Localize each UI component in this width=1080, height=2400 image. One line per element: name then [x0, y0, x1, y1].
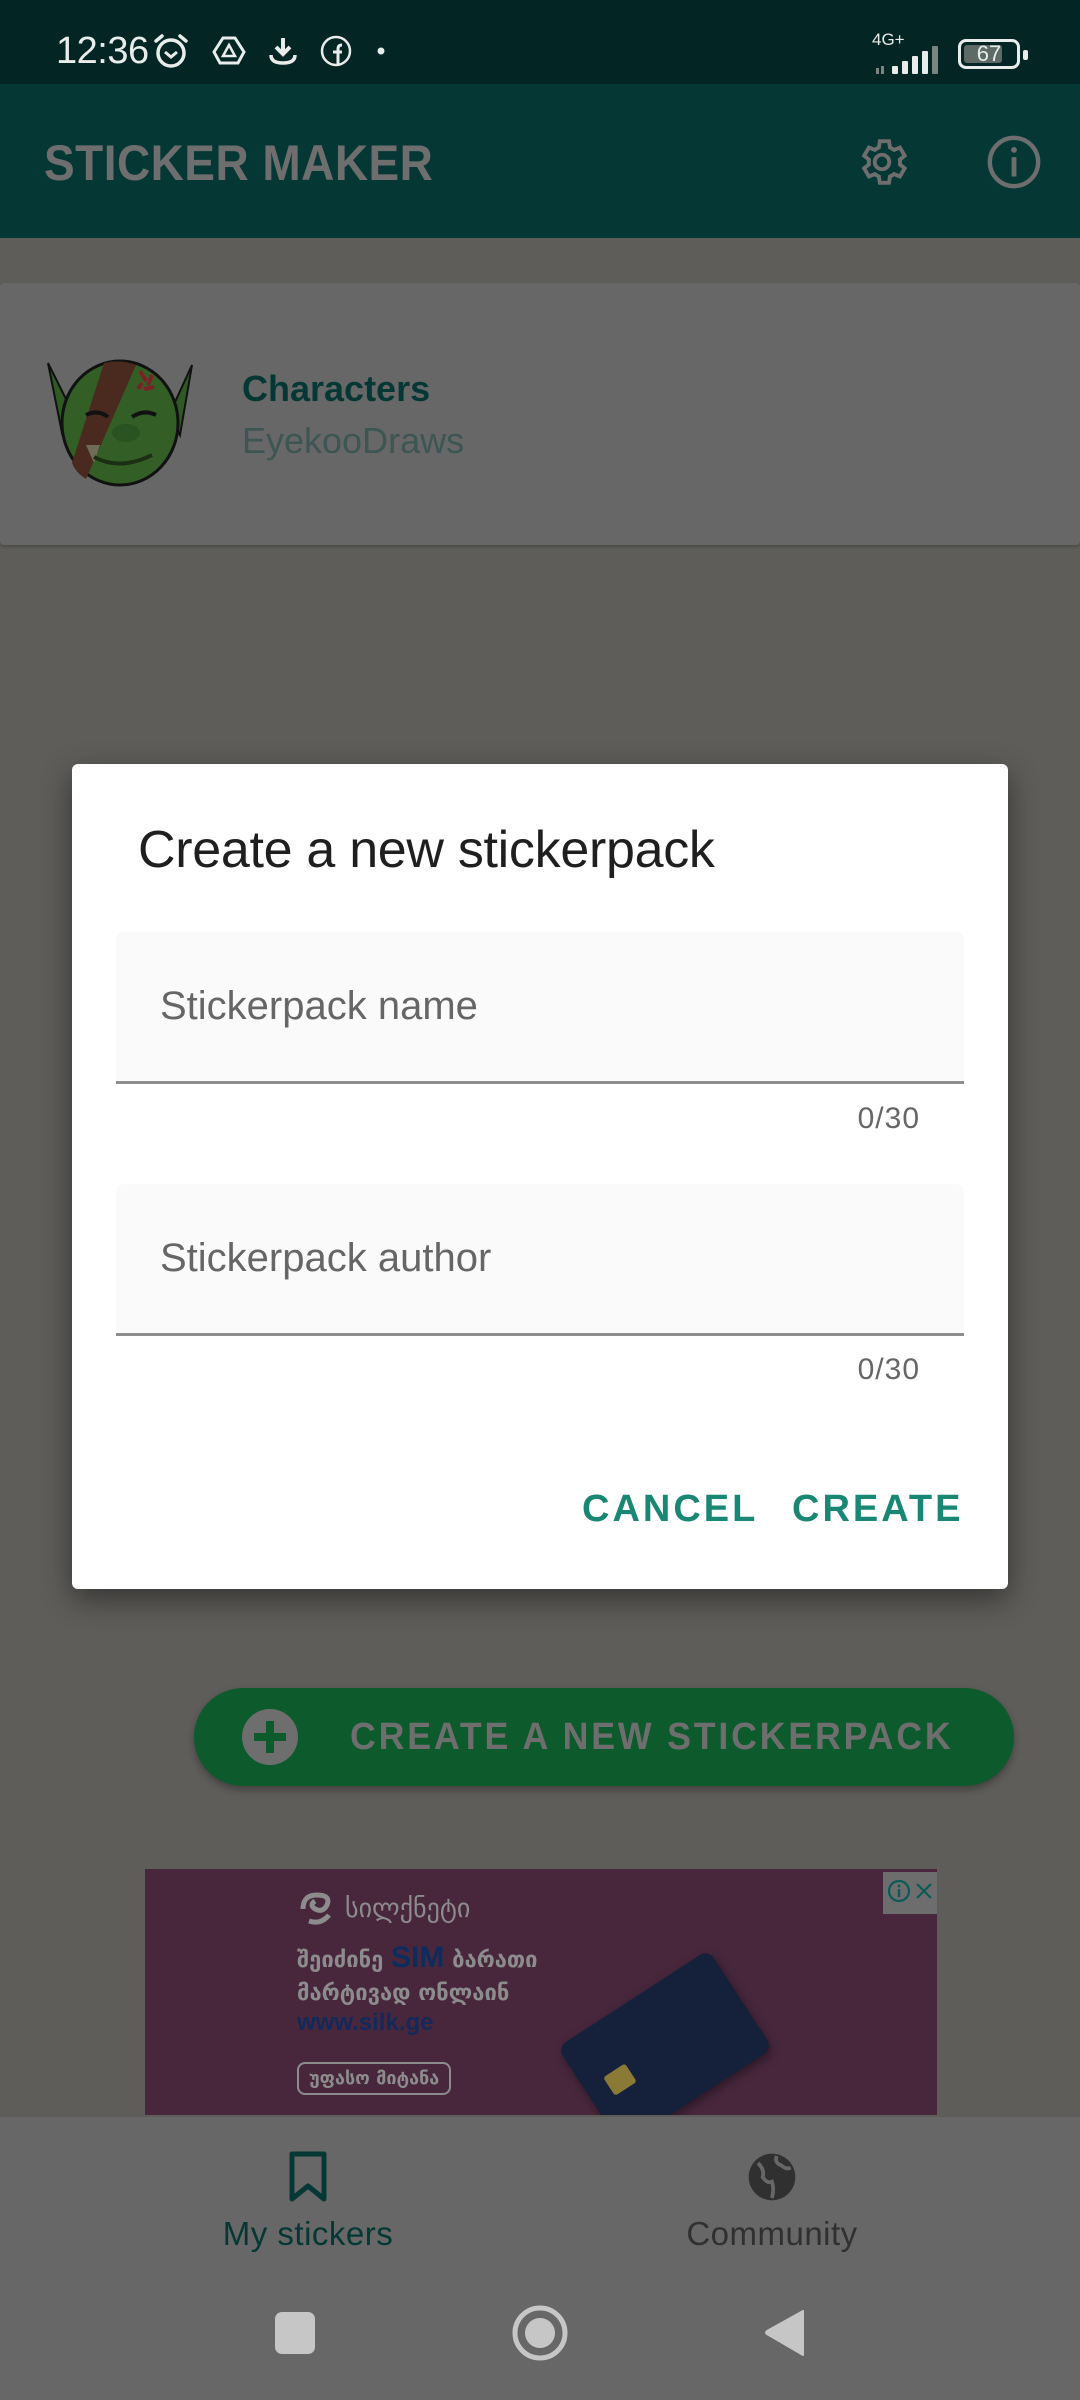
app-title: STICKER MAKER: [44, 135, 434, 191]
battery-percent: 67: [976, 41, 1002, 66]
pack-name: Characters: [242, 368, 431, 409]
create-stickerpack-fab[interactable]: CREATE A NEW STICKERPACK: [194, 1688, 1014, 1786]
system-navigation-bar: [0, 2267, 1080, 2400]
back-icon: [765, 2310, 804, 2356]
bottom-navigation: My stickers Community: [0, 2117, 1080, 2267]
bookmark-icon: [288, 2147, 328, 2207]
sim-card-image: [557, 1949, 773, 2115]
notification-icons: [152, 32, 388, 70]
battery-indicator: 67: [958, 39, 1028, 69]
ad-url[interactable]: www.silk.ge: [297, 2009, 434, 2037]
ad-brand: სილქნეტი: [297, 1891, 470, 1927]
stickerpack-name-input[interactable]: [116, 932, 964, 1081]
ad-controls: [883, 1872, 937, 1914]
ad-headline-2: მარტივად ონლაინ: [297, 1981, 510, 2006]
stickerpack-author-input[interactable]: [116, 1184, 964, 1333]
home-button[interactable]: [510, 2303, 570, 2363]
globe-icon: [744, 2147, 800, 2207]
info-icon: [987, 135, 1041, 189]
facebook-icon: [320, 35, 352, 67]
cancel-button[interactable]: CANCEL: [582, 1488, 758, 1531]
settings-button[interactable]: [846, 126, 918, 198]
app-bar: STICKER MAKER: [0, 84, 1080, 238]
orc-sticker-thumbnail: [42, 353, 198, 493]
dialog-title: Create a new stickerpack: [138, 821, 715, 879]
silknet-logo-icon: [300, 1892, 331, 1925]
system-indicators: 4G+ 67: [872, 30, 1028, 74]
back-button[interactable]: [755, 2303, 815, 2363]
plus-circle-icon: [242, 1709, 298, 1765]
create-button[interactable]: CREATE: [792, 1488, 963, 1531]
nav-community[interactable]: Community: [502, 2117, 1042, 2267]
recents-button[interactable]: [265, 2303, 325, 2363]
ad-headline-1: შეიძინე SIM ბარათი: [297, 1941, 538, 1974]
status-time: 12:36: [56, 30, 149, 72]
ad-info-icon[interactable]: [887, 1879, 911, 1908]
status-bar: 12:36 4G+ 67: [0, 0, 1080, 84]
recents-icon: [275, 2312, 315, 2354]
alarm-icon: [152, 32, 190, 70]
ad-banner[interactable]: სილქნეტი შეიძინე SIM ბარათი მარტივად ონლ…: [145, 1869, 937, 2115]
name-char-counter: 0/30: [857, 1102, 920, 1135]
sticker-pack-item[interactable]: Characters EyekooDraws: [0, 283, 1080, 545]
download-icon: [268, 35, 298, 67]
home-icon: [512, 2305, 568, 2361]
fab-label: CREATE A NEW STICKERPACK: [350, 1716, 954, 1758]
dot-icon: [374, 44, 388, 58]
drive-icon: [212, 35, 246, 67]
info-button[interactable]: [978, 126, 1050, 198]
nav-my-stickers[interactable]: My stickers: [38, 2117, 578, 2267]
stickerpack-name-field[interactable]: [116, 932, 964, 1084]
author-char-counter: 0/30: [857, 1353, 920, 1386]
ad-cta-button[interactable]: უფასო მიტანა: [297, 2062, 452, 2095]
signal-indicator: 4G+: [872, 30, 942, 74]
signal-bars-icon: [876, 46, 938, 74]
pack-author: EyekooDraws: [242, 420, 465, 461]
ad-close-icon[interactable]: [914, 1881, 934, 1906]
create-stickerpack-dialog: Create a new stickerpack 0/30 0/30 CANCE…: [72, 764, 1008, 1589]
stickerpack-author-field[interactable]: [116, 1184, 964, 1336]
gear-icon: [861, 139, 908, 185]
